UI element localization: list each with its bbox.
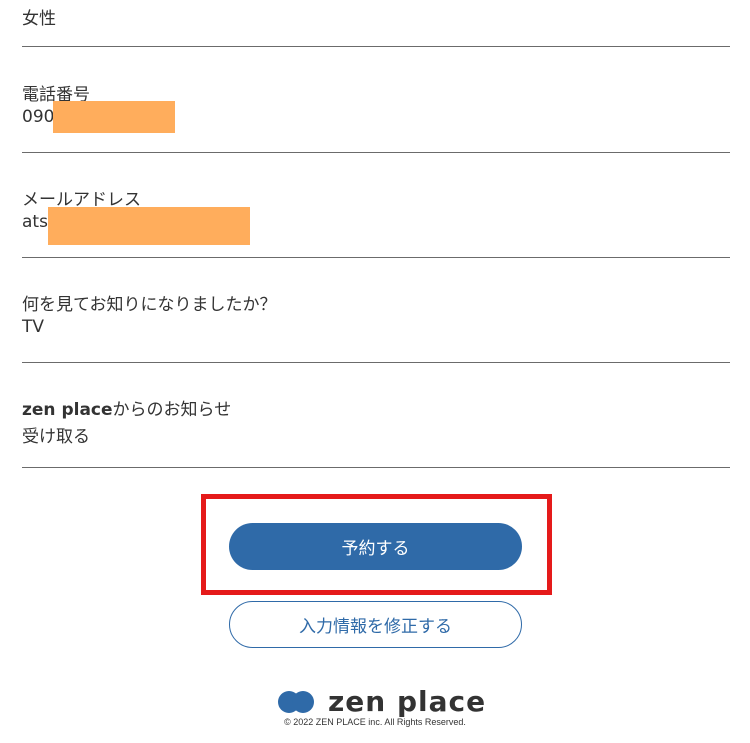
newsletter-label-brand: zen place [22,400,113,420]
copyright: © 2022 ZEN PLACE inc. All Rights Reserve… [284,717,466,727]
two-overlapping-circles-icon [278,691,314,713]
divider [22,46,730,47]
zen-place-logo: zen place [278,686,486,718]
newsletter-label: zen placeからのお知らせ [22,395,231,420]
divider [22,362,730,363]
referral-label: 何を見てお知りになりましたか？ [22,295,277,315]
phone-value: 090 [22,107,55,127]
divider [22,152,730,153]
divider [22,257,730,258]
newsletter-value: 受け取る [22,427,90,447]
reserve-button-label: 予約する [341,539,410,559]
referral-value: TV [22,317,45,337]
edit-info-button-label: 入力情報を修正する [299,617,452,637]
email-redaction [48,207,250,245]
edit-info-button[interactable]: 入力情報を修正する [229,601,522,648]
reserve-button[interactable]: 予約する [229,523,522,570]
logo-text: zen place [328,685,487,718]
divider [22,467,730,468]
newsletter-label-rest: からのお知らせ [112,400,232,420]
email-value: ats [22,212,48,232]
gender-value: 女性 [22,9,56,29]
phone-redaction [53,101,175,133]
